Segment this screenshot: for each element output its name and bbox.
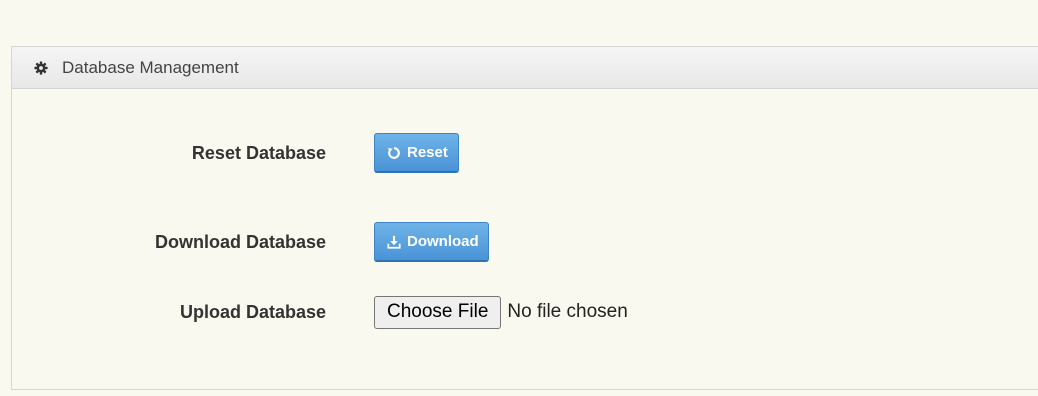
refresh-icon bbox=[387, 146, 401, 160]
upload-database-label: Upload Database bbox=[179, 301, 326, 322]
gear-icon bbox=[34, 60, 48, 75]
choose-file-button[interactable]: Choose File bbox=[374, 295, 502, 329]
reset-database-label: Reset Database bbox=[191, 142, 326, 163]
download-icon bbox=[387, 235, 401, 249]
panel-heading: Database Management bbox=[12, 47, 1038, 89]
download-button[interactable]: Download bbox=[374, 222, 489, 262]
file-status-text: No file chosen bbox=[507, 301, 628, 322]
database-management-panel: Database Management Reset Database Reset… bbox=[11, 46, 1038, 390]
download-database-label: Download Database bbox=[154, 231, 326, 252]
panel-title: Database Management bbox=[62, 57, 239, 77]
reset-button-label: Reset bbox=[407, 144, 448, 161]
upload-database-row: Upload Database Choose File No file chos… bbox=[12, 292, 1038, 332]
reset-database-row: Reset Database Reset bbox=[12, 133, 1038, 173]
download-button-label: Download bbox=[407, 233, 479, 250]
reset-button[interactable]: Reset bbox=[374, 133, 459, 173]
download-database-row: Download Database Download bbox=[12, 222, 1038, 262]
